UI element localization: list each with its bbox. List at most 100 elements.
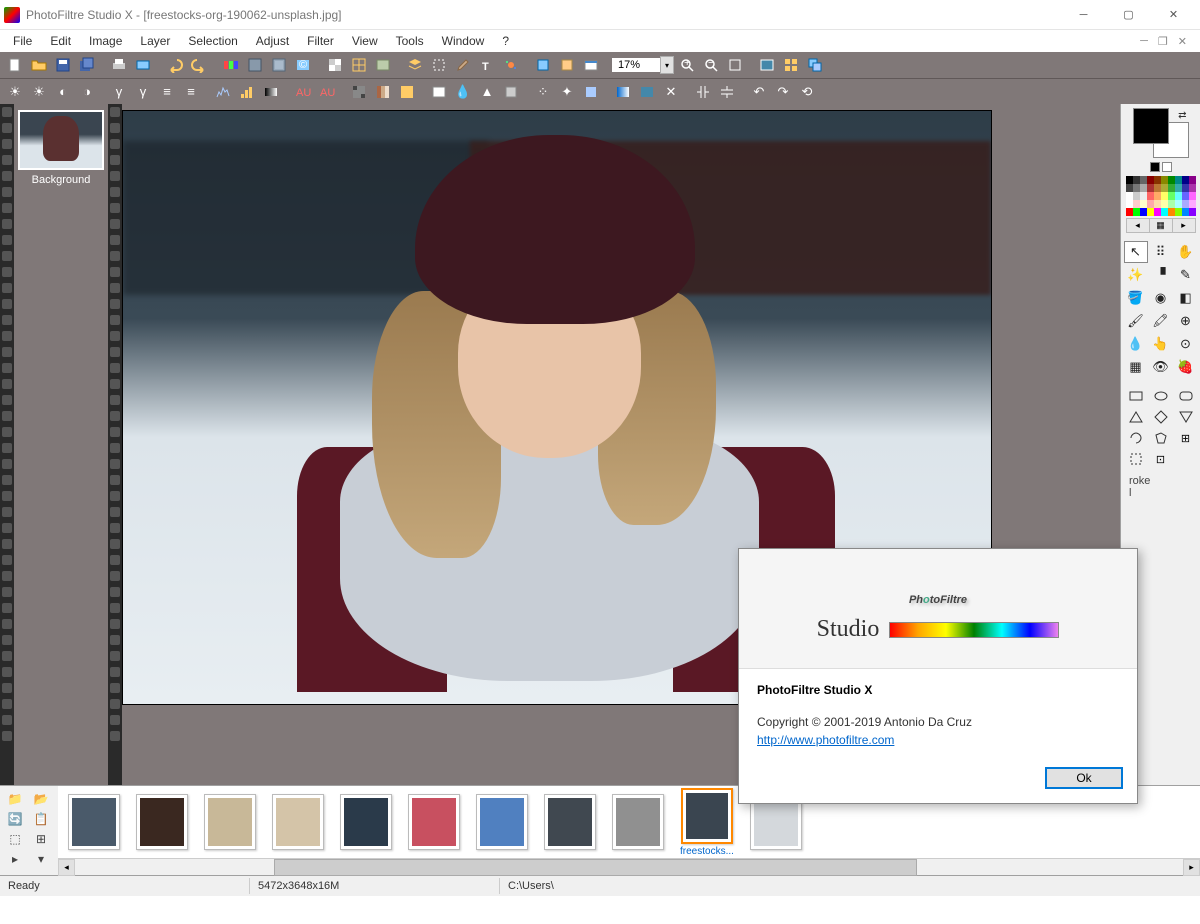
rgb-icon[interactable] [220,54,242,76]
gradient-icon[interactable] [612,81,634,103]
palette-color[interactable] [1147,176,1154,184]
blur-icon[interactable]: 💧 [452,81,474,103]
palette-color[interactable] [1168,200,1175,208]
palette-grid-toggle[interactable]: ▦ [1150,219,1173,232]
relief-icon[interactable] [500,81,522,103]
thumbnail-item[interactable] [204,794,256,850]
palette-color[interactable] [1168,208,1175,216]
palette-color[interactable] [1182,200,1189,208]
mdi-minimize[interactable]: ─ [1137,35,1151,48]
palette-color[interactable] [1161,192,1168,200]
palette-color[interactable] [1147,192,1154,200]
thumbnail-item[interactable] [476,794,528,850]
zoom-in-icon[interactable]: + [676,54,698,76]
crop-select[interactable] [1124,449,1148,469]
palette-color[interactable] [1182,192,1189,200]
thumbnail-item[interactable] [408,794,460,850]
color-swatches[interactable]: ⇄ [1133,108,1189,158]
ellipse-select[interactable] [1149,386,1173,406]
filter-x-icon[interactable]: ✕ [660,81,682,103]
palette-color[interactable] [1175,208,1182,216]
palette-color[interactable] [1189,200,1196,208]
zoom-out-icon[interactable]: − [700,54,722,76]
selection-tools-icon[interactable] [428,54,450,76]
palette-color[interactable] [1175,192,1182,200]
palette-color[interactable] [1147,200,1154,208]
layers-icon[interactable] [404,54,426,76]
plugin-icon[interactable] [556,54,578,76]
thumbnail-item[interactable] [340,794,392,850]
close-button[interactable]: ✕ [1151,1,1196,29]
thumbnail-item[interactable] [612,794,664,850]
add-noise-icon[interactable]: ⁘ [532,81,554,103]
thumbnail-item[interactable] [136,794,188,850]
gamma-minus-icon[interactable]: γ [108,81,130,103]
grid-icon[interactable] [348,54,370,76]
palette-color[interactable] [1154,176,1161,184]
art-tool[interactable]: 🍓 [1174,356,1198,378]
exp-menu-icon[interactable]: ▾ [30,850,52,868]
palette-color[interactable] [1175,176,1182,184]
blur-tool[interactable]: 💧 [1124,333,1148,355]
exp-filter-icon[interactable]: ⊞ [30,830,52,848]
histogram-icon[interactable] [212,81,234,103]
palette-color[interactable] [1126,192,1133,200]
swap-colors-icon[interactable]: ⇄ [1178,110,1186,121]
palette-color[interactable] [1140,208,1147,216]
flip-h-icon[interactable] [692,81,714,103]
palette-color[interactable] [1182,208,1189,216]
mdi-restore[interactable]: ❐ [1155,35,1171,48]
saturation-plus-icon[interactable]: ≡ [180,81,202,103]
dither-icon[interactable] [348,81,370,103]
brightness-minus-icon[interactable]: ☀ [4,81,26,103]
foreground-color[interactable] [1133,108,1169,144]
sharpen-icon[interactable]: ▲ [476,81,498,103]
rotate-right-icon[interactable]: ↷ [772,81,794,103]
menu-file[interactable]: File [4,32,41,50]
palette-color[interactable] [1189,184,1196,192]
zoom-dropdown-icon[interactable]: ▾ [660,56,674,74]
menu-image[interactable]: Image [80,32,131,50]
menu-help[interactable]: ? [493,32,518,50]
retouch-tool[interactable]: ▦ [1124,356,1148,378]
exp-select-icon[interactable]: ⬚ [4,830,26,848]
palette-color[interactable] [1168,192,1175,200]
freehand-select[interactable]: ⊞ [1174,428,1198,448]
polygon-select[interactable] [1149,428,1173,448]
palette-color[interactable] [1182,184,1189,192]
palette-color[interactable] [1189,208,1196,216]
image-size-icon[interactable] [244,54,266,76]
brush-tool[interactable]: 🖌 [1124,310,1148,332]
exp-refresh-icon[interactable]: 🔄 [4,810,26,828]
scroll-handle[interactable] [274,859,917,876]
thumbnail-item[interactable]: freestocks... [680,788,734,857]
photo-mask-icon[interactable] [636,81,658,103]
explorer-scrollbar[interactable]: ◂ ▸ [58,858,1200,875]
palette-color[interactable] [1168,176,1175,184]
palette-color[interactable] [1154,200,1161,208]
palette-color[interactable] [1147,184,1154,192]
default-colors[interactable] [1150,162,1172,172]
save-all-icon[interactable] [76,54,98,76]
menu-tools[interactable]: Tools [387,32,433,50]
line-tool[interactable]: ▝ [1149,264,1173,286]
palette-color[interactable] [1126,176,1133,184]
hand-tool[interactable]: ✋ [1174,241,1198,263]
save-icon[interactable] [52,54,74,76]
invert-icon[interactable] [396,81,418,103]
copyright-icon[interactable]: © [292,54,314,76]
palette-color[interactable] [1175,184,1182,192]
magnetic-select[interactable]: ⊡ [1149,449,1173,469]
palette-color[interactable] [1126,184,1133,192]
palette-color[interactable] [1161,184,1168,192]
auto-levels-icon[interactable]: AUTO [292,81,314,103]
palette-color[interactable] [1133,192,1140,200]
menu-selection[interactable]: Selection [179,32,246,50]
exp-sort-icon[interactable]: 📋 [30,810,52,828]
menu-filter[interactable]: Filter [298,32,343,50]
palette-color[interactable] [1154,208,1161,216]
palette-color[interactable] [1126,208,1133,216]
tile-icon[interactable] [780,54,802,76]
layer-thumbnail[interactable] [18,110,104,170]
dust-icon[interactable]: ✦ [556,81,578,103]
